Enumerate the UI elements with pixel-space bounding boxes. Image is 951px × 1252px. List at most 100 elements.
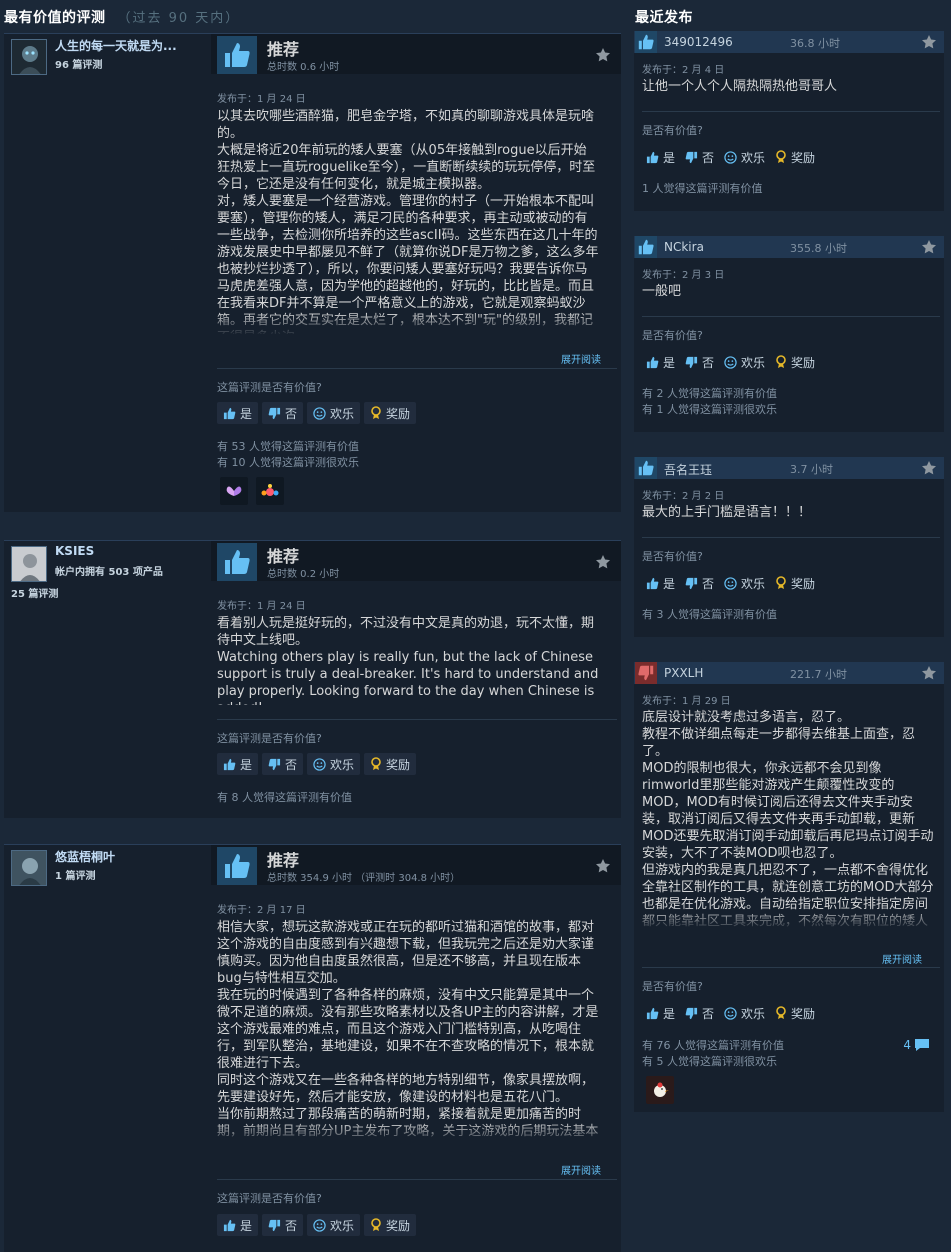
award-button[interactable]: 奖励 <box>771 573 819 593</box>
author-name[interactable]: 人生的每一天就是为... <box>55 37 177 54</box>
award-label: 奖励 <box>386 1218 411 1233</box>
vote-no-label: 否 <box>285 406 298 421</box>
playtime: 221.7 小时 <box>790 668 847 681</box>
vote-funny-button[interactable]: 欢乐 <box>720 573 769 593</box>
reaction-award[interactable] <box>646 1076 674 1104</box>
review-text: 底层设计就没考虑过多语言，忍了。 教程不做详细点每走一步都得去维基上面查，忍了。… <box>642 710 934 929</box>
vote-funny-button[interactable]: 欢乐 <box>307 753 361 775</box>
author-product-count[interactable]: 帐户内拥有 503 项产品 <box>55 563 163 578</box>
vote-funny-button[interactable]: 欢乐 <box>307 1214 361 1236</box>
helpful-question: 是否有价值? <box>642 980 703 993</box>
vote-funny-button[interactable]: 欢乐 <box>720 147 769 167</box>
vote-no-button[interactable]: 否 <box>681 147 718 167</box>
vote-yes-button[interactable]: 是 <box>642 352 679 372</box>
vote-buttons: 是 否 欢乐 奖励 <box>217 1214 417 1236</box>
vote-buttons: 是 否 欢乐 奖励 <box>217 402 417 424</box>
recommendation-title: 推荐 <box>267 851 300 870</box>
vote-yes-label: 是 <box>663 150 676 165</box>
recent-review-card: 349012496 36.8 小时 发布于：2 月 4 日 让他一个人个人隔热隔… <box>634 31 944 211</box>
vote-count: 有 76 人觉得这篇评测有价值 有 5 人觉得这篇评测很欢乐 <box>642 1039 784 1068</box>
vote-no-label: 否 <box>285 757 298 772</box>
vote-no-button[interactable]: 否 <box>681 573 718 593</box>
vote-yes-button[interactable]: 是 <box>642 573 679 593</box>
posted-date: 发布于：2 月 2 日 <box>642 491 725 502</box>
award-star-icon[interactable] <box>921 239 937 255</box>
review-card: 悠蓝梧桐叶 1 篇评测 推荐 总时数 354.9 小时 （评测时 304.8 小… <box>4 844 621 1252</box>
review-content: 推荐 总时数 0.2 小时 发布于：1 月 24 日 看着别人玩是挺好玩的，不过… <box>211 541 621 818</box>
divider <box>642 537 940 538</box>
chicken-icon <box>654 1082 669 1097</box>
vote-no-button[interactable]: 否 <box>262 753 304 775</box>
author-name[interactable]: KSIES <box>55 544 94 558</box>
review-text: 最大的上手门槛是语言！！！ <box>642 505 812 520</box>
author-review-count[interactable]: 96 篇评测 <box>55 56 102 71</box>
recent-review-card: PXXLH 221.7 小时 发布于：1 月 29 日 底层设计就没考虑过多语言… <box>634 662 944 1112</box>
vote-funny-button[interactable]: 欢乐 <box>720 352 769 372</box>
award-button[interactable]: 奖励 <box>364 402 417 424</box>
playtime: 36.8 小时 <box>790 37 840 50</box>
helpful-question: 这篇评测是否有价值? <box>217 732 322 745</box>
award-star-icon[interactable] <box>595 554 611 570</box>
author-name[interactable]: 悠蓝梧桐叶 <box>55 848 115 865</box>
vote-buttons: 是 否 欢乐 奖励 <box>642 573 819 593</box>
award-button[interactable]: 奖励 <box>771 1003 819 1023</box>
author-panel: 人生的每一天就是为... 96 篇评测 <box>4 34 208 512</box>
award-label: 奖励 <box>386 757 411 772</box>
vote-yes-button[interactable]: 是 <box>642 147 679 167</box>
helpful-question: 这篇评测是否有价值? <box>217 381 322 394</box>
reaction-award[interactable] <box>220 477 248 505</box>
author-review-count[interactable]: 1 篇评测 <box>55 867 95 882</box>
read-more-link[interactable]: 展开阅读 <box>882 951 922 966</box>
recent-review-header: 349012496 36.8 小时 <box>634 31 944 53</box>
read-more-link[interactable]: 展开阅读 <box>561 351 601 366</box>
award-button[interactable]: 奖励 <box>771 352 819 372</box>
vote-yes-button[interactable]: 是 <box>217 402 259 424</box>
playtime: 总时数 0.2 小时 <box>267 569 340 580</box>
divider <box>217 1179 617 1180</box>
award-button[interactable]: 奖励 <box>364 753 417 775</box>
comment-count[interactable]: 4 <box>903 1038 930 1052</box>
vote-yes-button[interactable]: 是 <box>642 1003 679 1023</box>
award-star-icon[interactable] <box>921 665 937 681</box>
divider <box>217 368 617 369</box>
vote-yes-button[interactable]: 是 <box>217 753 259 775</box>
vote-funny-button[interactable]: 欢乐 <box>720 1003 769 1023</box>
vote-yes-button[interactable]: 是 <box>217 1214 259 1236</box>
award-star-icon[interactable] <box>595 858 611 874</box>
posted-date: 发布于：1 月 24 日 <box>217 601 306 612</box>
author-name[interactable]: NCkira <box>664 240 704 254</box>
thumbs-down-icon <box>268 1219 281 1231</box>
smiley-icon <box>724 355 737 369</box>
vote-funny-button[interactable]: 欢乐 <box>307 402 361 424</box>
vote-count: 有 8 人觉得这篇评测有价值 <box>217 791 352 804</box>
award-button[interactable]: 奖励 <box>364 1214 417 1236</box>
thumbs-up-icon <box>223 758 236 770</box>
award-label: 奖励 <box>791 1006 816 1021</box>
avatar[interactable] <box>11 850 47 886</box>
author-name[interactable]: 349012496 <box>664 35 733 49</box>
award-star-icon[interactable] <box>595 47 611 63</box>
avatar[interactable] <box>11 39 47 75</box>
read-more-link[interactable]: 展开阅读 <box>561 1162 601 1177</box>
author-name[interactable]: PXXLH <box>664 666 703 680</box>
avatar[interactable] <box>11 546 47 582</box>
thumbs-up-icon <box>635 31 657 53</box>
reaction-award[interactable] <box>256 477 284 505</box>
award-icon <box>371 1218 381 1231</box>
recent-review-card: NCkira 355.8 小时 发布于：2 月 3 日 一般吧 是否有价值? 是… <box>634 236 944 432</box>
posted-date: 发布于：1 月 29 日 <box>642 696 731 707</box>
thumbs-up-icon <box>217 543 257 581</box>
vote-no-button[interactable]: 否 <box>681 352 718 372</box>
vote-no-button[interactable]: 否 <box>262 402 304 424</box>
vote-header: 推荐 总时数 0.2 小时 <box>211 541 621 581</box>
recent-review-header: NCkira 355.8 小时 <box>634 236 944 258</box>
vote-no-button[interactable]: 否 <box>681 1003 718 1023</box>
helpful-question: 这篇评测是否有价值? <box>217 1192 322 1205</box>
author-review-count[interactable]: 25 篇评测 <box>11 585 58 600</box>
vote-no-button[interactable]: 否 <box>262 1214 304 1236</box>
author-name[interactable]: 吾名王珏 <box>664 461 712 478</box>
award-star-icon[interactable] <box>921 34 937 50</box>
award-star-icon[interactable] <box>921 460 937 476</box>
award-button[interactable]: 奖励 <box>771 147 819 167</box>
smiley-icon <box>313 406 326 420</box>
